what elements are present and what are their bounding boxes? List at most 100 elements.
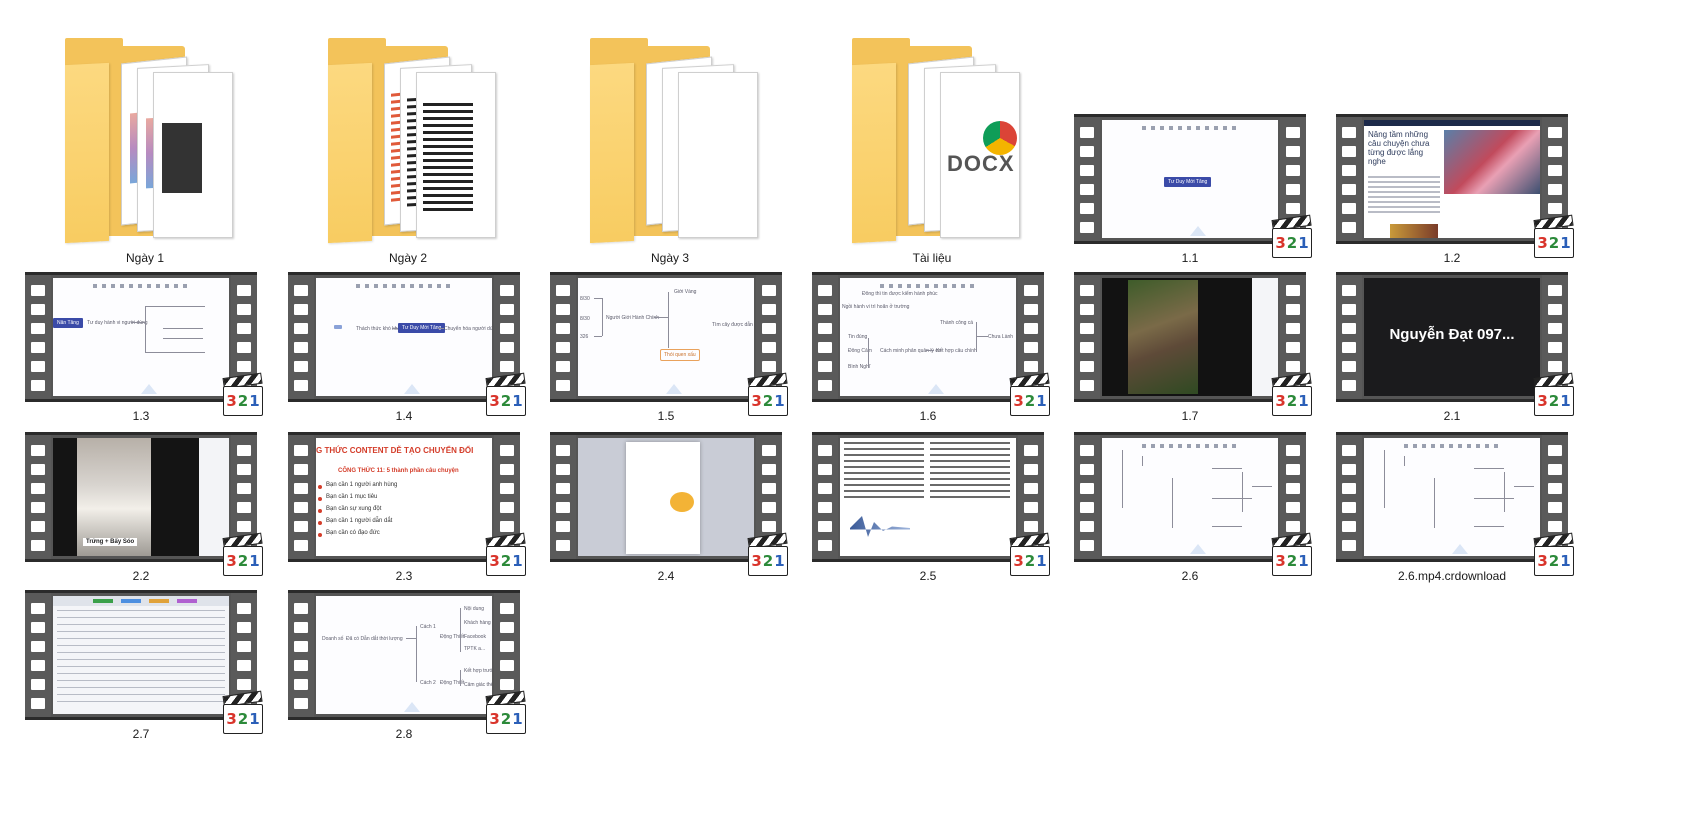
video-file-item[interactable]: Doanh số Đã có Dẫn dắt thời lượng Cách 1 Cá… [288,590,528,748]
sprocket-hole [237,361,251,372]
clapper-digit: 2 [500,709,512,728]
connector-line [668,292,669,348]
film-sprockets [550,435,576,559]
slide-bullet: Bạn cần 1 người dẫn dắt [326,518,393,524]
sprocket-hole [500,641,514,652]
connector-line [1212,526,1242,527]
video-file-item[interactable]: Thách thức khó khăn Tư Duy Mới Tăng Chuyển… [288,272,528,430]
sprocket-hole [1024,521,1038,532]
video-file-item[interactable]: 3 2 1 1.7 [1074,272,1314,430]
document-preview [678,72,758,238]
video-file-item[interactable]: Tư Duy Mới Tăng 3 2 1 1.1 [1074,18,1314,268]
text-line [1368,211,1440,213]
video-file-item[interactable]: 3 2 1 2.4 [550,432,790,590]
text-line [1368,206,1440,208]
connector-line [976,322,977,352]
clapper-digit: 1 [774,391,785,410]
connector-line [460,670,461,686]
sprocket-hole [1080,483,1094,494]
sprocket-hole [1024,285,1038,296]
side-node [334,325,342,329]
logo-triangle [404,702,420,712]
selected-node[interactable]: Thói quen xấu [660,349,700,361]
clapper-digit: 1 [1036,391,1047,410]
clapper-digit: 2 [762,551,774,570]
video-file-item[interactable]: Đông thì tin được kiểm hành phúc Ngồi hàn… [812,272,1052,430]
clapper-digit: 2 [1024,551,1036,570]
sprocket-hole [1342,203,1356,214]
sprocket-hole [237,285,251,296]
sprocket-hole [818,521,832,532]
clapper-digit: 2 [1024,391,1036,410]
sprocket-hole [1080,203,1094,214]
bullet-dot [318,497,322,501]
folder-item[interactable]: Ngày 1 [25,18,265,268]
sprocket-hole [1080,380,1094,391]
clapper-digit: 3 [1275,233,1286,252]
table-row [57,680,225,681]
video-file-item[interactable]: 3 2 1 2.7 [25,590,265,748]
video-file-item[interactable]: Trứng + Bấy Sóo 3 2 1 2.2 [25,432,265,590]
sprocket-hole [1286,285,1300,296]
video-frame: Nâng tầm những câu chuyện chưa từng được… [1364,120,1540,238]
video-frame: Doanh số Đã có Dẫn dắt thời lượng Cách 1 Cá… [316,596,492,714]
sprocket-hole [556,483,570,494]
slide-bullet: Bạn cần có đạo đức [326,530,380,536]
sprocket-hole [1548,285,1562,296]
sprocket-hole [294,622,308,633]
sprocket-hole [556,464,570,475]
dialog-image [670,492,694,512]
sprocket-hole [1548,323,1562,334]
folder-front [590,62,634,244]
file-name-label: 1.5 [657,409,675,423]
video-file-item[interactable]: 3 2 1 2.6 [1074,432,1314,590]
connector-line [460,608,461,652]
file-name-label: 2.8 [395,727,413,741]
sprocket-hole [1080,146,1094,157]
mindmap-node: 326 [580,334,589,340]
folder-icon [590,38,758,248]
sprocket-hole [762,323,776,334]
site-header [1364,120,1540,126]
video-frame [1102,438,1278,556]
connector-line [1504,472,1505,512]
folder-item[interactable]: DOCX Tài liệu [812,18,1052,268]
video-file-item[interactable]: 3 2 1 2.5 [812,432,1052,590]
file-name-label: 1.4 [395,409,413,423]
mindmap-node: Kết hợp câu chính [936,348,977,354]
bullet-dot [318,533,322,537]
clapper-digit: 1 [774,551,785,570]
video-file-item[interactable]: Năn Tăng Tư duy hành vi người dùng 3 2 1 1.3 [25,272,265,430]
text-line [1368,186,1440,188]
video-file-item[interactable]: Nâng tầm những câu chuyện chưa từng được… [1336,18,1576,268]
folder-item[interactable]: Ngày 3 [550,18,790,268]
sprocket-hole [294,285,308,296]
sprocket-hole [1024,342,1038,353]
video-frame: Nguyễn Đạt 097... [1364,278,1540,396]
clapper-digit: 3 [1537,233,1548,252]
video-thumb-area: Nguyễn Đạt 097... 3 2 1 [1336,272,1574,416]
text-line [930,466,1010,468]
video-file-item[interactable]: 8/30 8/30 326 Người Giới Hành Chính Giới Vàn… [550,272,790,430]
folder-item[interactable]: Ngày 2 [288,18,528,268]
clapper-digit: 1 [249,709,260,728]
sprocket-hole [1286,483,1300,494]
text-line [930,496,1010,498]
clapper-digit: 2 [500,391,512,410]
sprocket-hole [237,603,251,614]
video-frame [53,596,229,714]
video-file-item[interactable]: G THỨC CONTENT DỄ TẠO CHUYỂN ĐỔI CÔNG THỨ… [288,432,528,590]
clapper-digit: 1 [1298,391,1309,410]
film-sprockets [812,435,838,559]
sprocket-hole [556,521,570,532]
connector-line [1404,456,1405,466]
text-line [423,131,473,134]
sprocket-hole [294,603,308,614]
sprocket-hole [294,698,308,709]
document-preview [416,72,496,238]
video-file-item[interactable]: Nguyễn Đạt 097... 3 2 1 2.1 [1336,272,1576,430]
video-file-item[interactable]: 3 2 1 2.6.mp4.crdownload [1336,432,1576,590]
sprocket-hole [1080,184,1094,195]
table-row [57,638,225,639]
sprocket-hole [31,603,45,614]
